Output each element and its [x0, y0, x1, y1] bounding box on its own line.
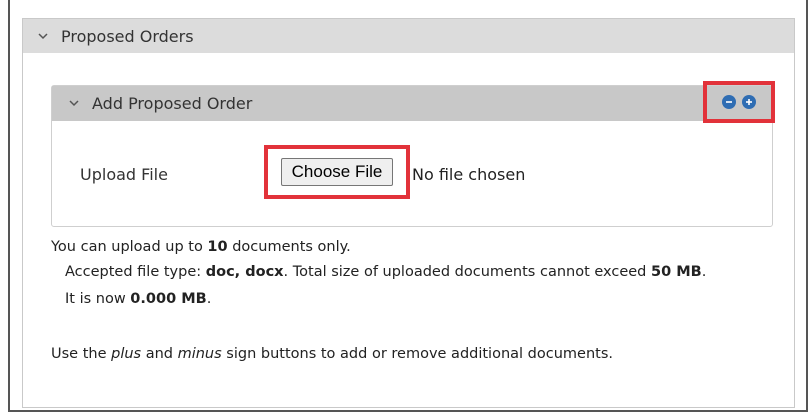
file-status: No file chosen	[412, 165, 526, 184]
choose-file-highlight: Choose File	[264, 145, 410, 199]
minus-circle-icon[interactable]	[722, 95, 736, 109]
help-part-2: and	[145, 346, 173, 362]
now-prefix: It is now	[65, 291, 126, 307]
proposed-orders-header[interactable]: Proposed Orders	[23, 19, 794, 53]
chevron-down-icon[interactable]	[37, 30, 49, 42]
add-remove-controls	[703, 81, 775, 123]
add-proposed-order-panel: Add Proposed Order Upload File Choose Fi…	[51, 81, 775, 227]
size-value: 50 MB	[651, 264, 702, 280]
help-text: Use the plus and minus sign buttons to a…	[51, 346, 613, 362]
upload-row: Upload File Choose File No file chosen	[52, 121, 772, 226]
now-end: .	[206, 291, 212, 307]
upload-limit-text: You can upload up to 10 documents only.	[51, 239, 351, 255]
limit-count: 10	[207, 239, 228, 255]
size-end: .	[701, 264, 707, 280]
limit-suffix: documents only.	[232, 239, 351, 255]
add-proposed-order-header[interactable]: Add Proposed Order	[52, 81, 775, 123]
help-part-1: Use the	[51, 346, 107, 362]
help-minus: minus	[177, 346, 222, 362]
subsection-title: Add Proposed Order	[92, 94, 253, 113]
help-plus: plus	[111, 346, 142, 362]
upload-file-label: Upload File	[80, 165, 168, 184]
section-title: Proposed Orders	[61, 26, 194, 46]
file-type-text: Accepted file type: doc, docx. Total siz…	[65, 264, 706, 280]
proposed-orders-panel: Proposed Orders Add Proposed Order Uploa…	[22, 18, 795, 408]
types-prefix: Accepted file type:	[65, 264, 202, 280]
plus-circle-icon[interactable]	[742, 95, 756, 109]
limit-prefix: You can upload up to	[51, 239, 203, 255]
current-size-text: It is now 0.000 MB.	[65, 291, 211, 307]
choose-file-button[interactable]: Choose File	[280, 158, 394, 186]
help-part-3: sign buttons to add or remove additional…	[226, 346, 613, 362]
now-value: 0.000 MB	[130, 291, 207, 307]
size-text: . Total size of uploaded documents canno…	[283, 264, 647, 280]
chevron-down-icon[interactable]	[68, 98, 80, 110]
types-value: doc, docx	[205, 264, 284, 280]
